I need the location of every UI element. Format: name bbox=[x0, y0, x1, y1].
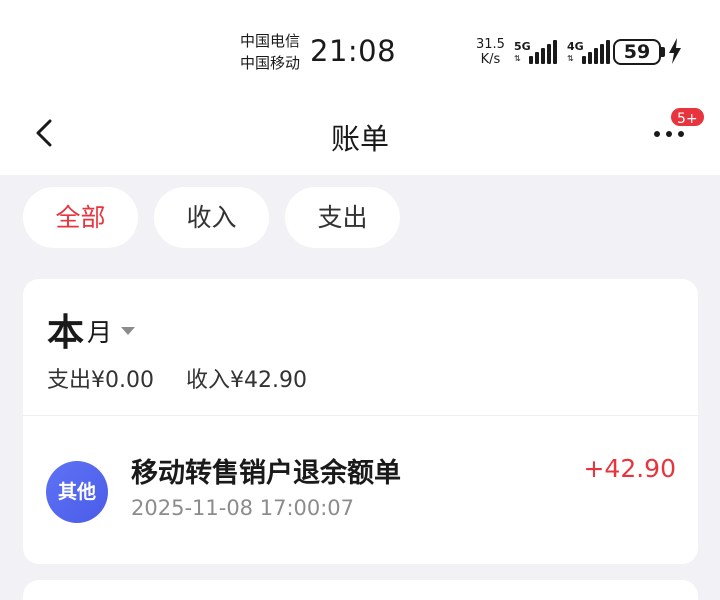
data-arrows-icon: ⇅ bbox=[567, 54, 574, 63]
divider bbox=[23, 415, 698, 416]
carrier-names: 中国电信 中国移动 bbox=[240, 30, 300, 74]
transaction-amount: +42.90 bbox=[583, 454, 676, 483]
signal-bars-icon bbox=[582, 40, 612, 64]
battery-icon: 59 bbox=[613, 39, 661, 65]
network-speed: 31.5 K/s bbox=[476, 37, 505, 67]
data-arrows-icon: ⇅ bbox=[514, 54, 521, 63]
battery-cap bbox=[661, 47, 665, 57]
month-bill-card: 本 月 支出¥0.00 收入¥42.90 其他 移动转售销户退余额单 2025-… bbox=[23, 279, 698, 564]
battery-level: 59 bbox=[623, 41, 651, 63]
page-title: 账单 bbox=[330, 122, 389, 156]
network-speed-value: 31.5 bbox=[476, 37, 505, 52]
tab-expense[interactable]: 支出 bbox=[285, 187, 400, 248]
charging-icon bbox=[669, 38, 681, 64]
expense-summary: 支出¥0.00 bbox=[47, 368, 154, 393]
income-summary: 收入¥42.90 bbox=[186, 368, 307, 393]
caret-down-icon[interactable] bbox=[121, 327, 135, 335]
month-label[interactable]: 本 bbox=[47, 302, 84, 356]
month-suffix[interactable]: 月 bbox=[87, 313, 112, 349]
carrier-1: 中国电信 bbox=[240, 32, 301, 50]
notification-badge: 5+ bbox=[669, 106, 706, 128]
signal-bars-icon bbox=[529, 40, 559, 64]
network-speed-unit: K/s bbox=[480, 52, 501, 67]
title-bar: 账单 5+ bbox=[0, 98, 720, 175]
tab-income[interactable]: 收入 bbox=[154, 187, 269, 248]
transaction-time: 2025-11-08 17:00:07 bbox=[131, 496, 355, 520]
tab-all[interactable]: 全部 bbox=[23, 187, 138, 248]
status-time: 21:08 bbox=[310, 34, 397, 68]
transaction-title: 移动转售销户退余额单 bbox=[131, 458, 401, 489]
category-avatar: 其他 bbox=[46, 461, 108, 523]
status-bar: 中国电信 中国移动 21:08 31.5 K/s 5G ⇅ 4G ⇅ 59 bbox=[0, 0, 720, 98]
next-card bbox=[23, 580, 698, 600]
carrier-2: 中国移动 bbox=[240, 54, 301, 72]
